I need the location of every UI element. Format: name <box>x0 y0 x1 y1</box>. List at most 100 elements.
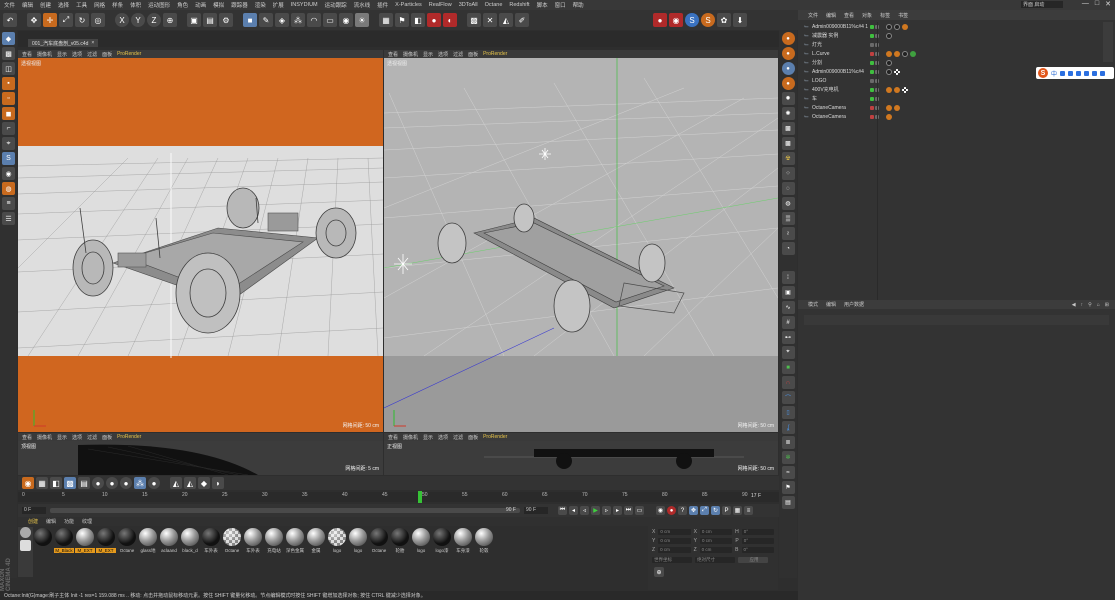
record-keys-icon[interactable]: ◉ <box>656 506 665 515</box>
object-row[interactable]: ⌙ Admin009000B11%c#4 1 <box>798 22 1115 31</box>
paint-icon[interactable]: ✐ <box>515 13 529 27</box>
display-menu[interactable]: 显示 <box>57 434 67 441</box>
material-item[interactable]: M_EXT <box>96 527 116 557</box>
floor-icon[interactable]: ▭ <box>323 13 337 27</box>
snap-mode-icon[interactable]: S <box>2 152 15 165</box>
grid-icon[interactable]: # <box>781 316 795 329</box>
chart-icon[interactable]: ▤ <box>781 496 795 509</box>
pen-icon[interactable]: ✎ <box>259 13 273 27</box>
object-menu-item[interactable]: 书签 <box>898 12 908 19</box>
palette-sphere3-icon[interactable]: ● <box>120 477 132 489</box>
camera-icon[interactable]: ◉ <box>339 13 353 27</box>
material-item[interactable] <box>33 527 53 557</box>
palette-eraser2-icon[interactable]: ◭ <box>184 477 196 489</box>
battery-icon[interactable]: ▯ <box>781 406 795 419</box>
camera-menu[interactable]: 摄像机 <box>37 51 52 58</box>
subdivision-icon[interactable]: ◈ <box>275 13 289 27</box>
minimize-button[interactable]: — <box>1082 0 1089 8</box>
tag-icon[interactable] <box>886 86 892 93</box>
object-menu-item[interactable]: 标签 <box>880 12 890 19</box>
material-item[interactable]: 轮胎 <box>390 527 410 557</box>
display-menu[interactable]: 显示 <box>423 434 433 441</box>
play-icon[interactable]: ▶ <box>591 506 600 515</box>
panel-menu[interactable]: 面板 <box>468 51 478 58</box>
deformer-icon[interactable]: ◠ <box>307 13 321 27</box>
menu-item-5[interactable]: 网格 <box>94 1 105 9</box>
material-item[interactable]: 车身漆 <box>453 527 473 557</box>
material-item[interactable]: 轮毂 <box>474 527 494 557</box>
menu-item-7[interactable]: 体积 <box>130 1 141 9</box>
hair-icon[interactable]: ≀ <box>781 227 795 240</box>
flag-icon[interactable]: ⚑ <box>781 481 795 494</box>
new-panel-icon[interactable]: ⊞ <box>1105 302 1109 308</box>
tag-icon[interactable] <box>886 59 892 66</box>
material-item[interactable]: 金属 <box>306 527 326 557</box>
palette-cube-icon[interactable]: ◧ <box>50 477 62 489</box>
tag-icon[interactable] <box>886 32 892 39</box>
menu-item-20[interactable]: RealFlow <box>429 2 452 8</box>
menu-item-16[interactable]: 运动跟踪 <box>325 1 347 9</box>
menu-item-14[interactable]: 扩展 <box>273 1 284 9</box>
points-mode-icon[interactable]: ▪ <box>2 77 15 90</box>
display-menu[interactable]: 显示 <box>423 51 433 58</box>
undo-icon[interactable]: ↶ <box>3 13 17 27</box>
prorender-menu[interactable]: ProRender <box>117 51 141 57</box>
light-icon[interactable]: ☀ <box>355 13 369 27</box>
cube-icon[interactable]: ■ <box>243 13 257 27</box>
material-item[interactable]: logo <box>411 527 431 557</box>
download-icon[interactable]: ⬇ <box>733 13 747 27</box>
checker-grid2-icon[interactable]: ▩ <box>781 137 795 150</box>
frame-icon[interactable]: ▣ <box>781 286 795 299</box>
camera-menu[interactable]: 摄像机 <box>403 51 418 58</box>
position-key-icon[interactable]: ✥ <box>689 506 698 515</box>
y-axis-icon[interactable]: Y <box>131 13 145 27</box>
coord-value-field[interactable]: 0 cm <box>658 529 691 535</box>
palette-layout-icon[interactable]: ▩ <box>64 477 76 489</box>
workplane-mode-icon[interactable]: ◫ <box>2 62 15 75</box>
view-menu[interactable]: 查看 <box>22 51 32 58</box>
loop-icon[interactable]: ▭ <box>635 506 644 515</box>
attr-mode-menu[interactable]: 模式 <box>808 301 818 308</box>
axis-mode-icon[interactable]: ⌐ <box>2 122 15 135</box>
keyframe-selection-icon[interactable]: ? <box>678 506 687 515</box>
tag-icon[interactable] <box>902 86 908 93</box>
material-texture-menu[interactable]: 纹理 <box>82 518 92 525</box>
timeline-menu-icon[interactable]: ≡ <box>744 506 753 515</box>
panel-menu[interactable]: 面板 <box>102 51 112 58</box>
octane-material-icon[interactable]: ◐ <box>443 13 457 27</box>
object-menu-item[interactable]: 编辑 <box>826 12 836 19</box>
vdb-icon[interactable]: ◍ <box>781 197 795 210</box>
tag-icon[interactable] <box>894 50 900 57</box>
coord-lock-icon[interactable]: ⊕ <box>654 567 664 577</box>
tag-icon[interactable] <box>894 104 900 111</box>
material-item[interactable]: Octane <box>369 527 389 557</box>
filter-menu[interactable]: 过滤 <box>87 51 97 58</box>
octane-render-icon[interactable]: ◧ <box>411 13 425 27</box>
material-item[interactable]: 车外表 <box>243 527 263 557</box>
coord-scale-select[interactable]: 绝对尺寸 <box>695 557 735 563</box>
up-arrow-icon[interactable]: ↑ <box>1081 302 1084 308</box>
menu-item-3[interactable]: 选择 <box>58 1 69 9</box>
material-function-menu[interactable]: 功能 <box>64 518 74 525</box>
bend-icon[interactable]: ⌒ <box>781 391 795 404</box>
palette-grip-icon[interactable]: ◉ <box>22 477 34 489</box>
octane-sun-icon[interactable]: ● <box>781 32 795 45</box>
recent-tool-icon[interactable]: ◎ <box>91 13 105 27</box>
apply-button[interactable]: 应用 <box>738 557 768 563</box>
material-item[interactable]: logo <box>327 527 347 557</box>
coord-value-field[interactable]: 0 cm <box>658 547 691 553</box>
options-menu[interactable]: 选项 <box>438 434 448 441</box>
search-icon[interactable]: ⚲ <box>1088 302 1092 308</box>
close-button[interactable]: ✕ <box>1105 0 1111 8</box>
octane-lights-icon[interactable]: ✹ <box>781 92 795 105</box>
lock-mode-icon[interactable]: ◍ <box>2 182 15 195</box>
panel-menu[interactable]: 面板 <box>468 434 478 441</box>
camera-menu[interactable]: 摄像机 <box>403 434 418 441</box>
ime-keyboard-icon[interactable] <box>1076 70 1082 76</box>
coord-value-field[interactable]: 0° <box>741 547 775 553</box>
view-menu[interactable]: 查看 <box>388 51 398 58</box>
coord-value-field[interactable]: 0 cm <box>700 538 733 544</box>
filter-menu[interactable]: 过滤 <box>453 51 463 58</box>
param-key-icon[interactable]: P <box>722 506 731 515</box>
palette-speech-icon[interactable]: ◗ <box>212 477 224 489</box>
